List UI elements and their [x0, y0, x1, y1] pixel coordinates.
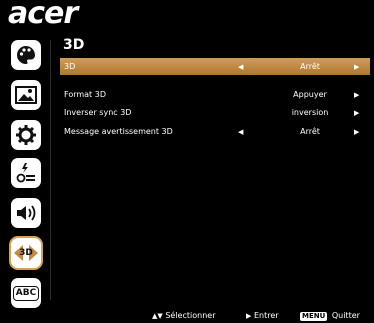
- menu-row-label: Message avertissement 3D: [64, 127, 173, 136]
- right-arrow-icon[interactable]: ▶: [354, 91, 359, 99]
- menu-row-label: 3D: [64, 62, 76, 71]
- sidebar: 3D ABC: [0, 30, 50, 310]
- select-hint-label: Sélectionner: [165, 311, 216, 320]
- right-arrow-icon[interactable]: ▶: [354, 128, 359, 136]
- menu-row-label: Inverser sync 3D: [64, 108, 132, 117]
- enter-hint: ▶ Entrer: [246, 311, 279, 320]
- left-arrow-icon[interactable]: ◀: [238, 63, 243, 71]
- menu-row-value: Arrêt: [300, 127, 320, 136]
- page-title: 3D: [63, 37, 85, 53]
- right-triangle-icon: ▶: [246, 312, 252, 320]
- menu-row-value: Arrêt: [300, 62, 320, 71]
- menu-row-format-3d[interactable]: Format 3D Appuyer ▶: [60, 86, 370, 103]
- palette-icon[interactable]: [11, 40, 41, 70]
- menu-row-value: Appuyer: [293, 90, 327, 99]
- menu-row-3d[interactable]: 3D ◀ Arrêt ▶: [60, 58, 370, 75]
- divider: [50, 40, 51, 300]
- language-icon[interactable]: ABC: [11, 278, 41, 308]
- footer-hints: ▲▼ Sélectionner ▶ Entrer MENU Quitter: [0, 310, 374, 323]
- language-icon-label: ABC: [12, 285, 40, 301]
- 3d-icon-label: 3D: [19, 248, 33, 258]
- enter-hint-label: Entrer: [253, 311, 279, 320]
- speaker-icon[interactable]: [11, 198, 41, 228]
- select-hint: ▲▼ Sélectionner: [152, 311, 215, 320]
- menu-row-inverser-sync-3d[interactable]: Inverser sync 3D inversion ▶: [60, 104, 370, 121]
- menu-row-label: Format 3D: [64, 90, 106, 99]
- image-icon[interactable]: [11, 80, 41, 110]
- quit-hint: MENU Quitter: [300, 311, 360, 321]
- power-icon[interactable]: [11, 158, 41, 188]
- 3d-icon[interactable]: 3D: [11, 238, 41, 268]
- right-arrow-icon[interactable]: ▶: [354, 109, 359, 117]
- gear-icon[interactable]: [11, 120, 41, 150]
- up-down-arrows-icon: ▲▼: [152, 312, 163, 320]
- menu-row-value: inversion: [291, 108, 329, 117]
- left-arrow-icon[interactable]: ◀: [238, 128, 243, 136]
- quit-hint-label: Quitter: [331, 311, 360, 320]
- menu-key-badge: MENU: [300, 312, 328, 321]
- acer-logo: acer: [8, 0, 78, 31]
- menu-row-message-avertissement-3d[interactable]: Message avertissement 3D ◀ Arrêt ▶: [60, 123, 370, 140]
- right-arrow-icon[interactable]: ▶: [354, 63, 359, 71]
